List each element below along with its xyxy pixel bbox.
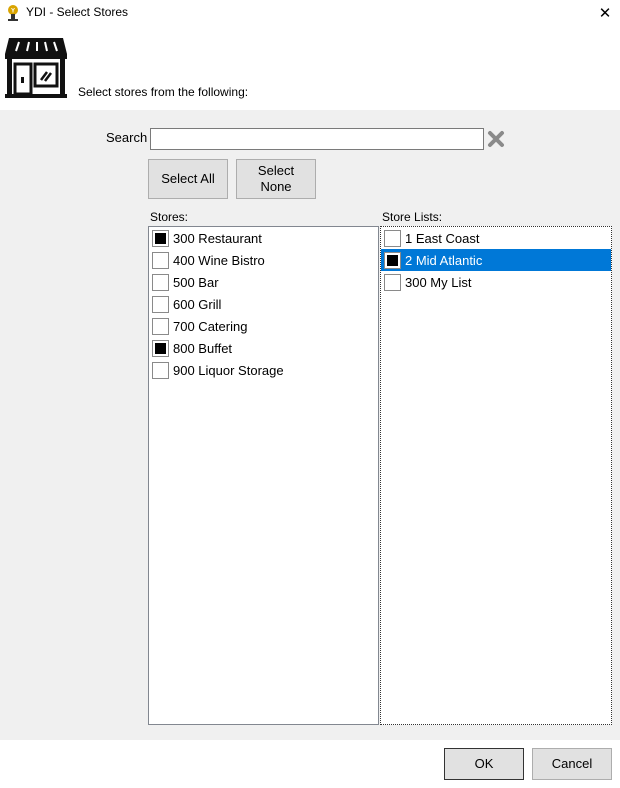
title-bar: Y YDI - Select Stores ✕ [0,0,620,26]
checkbox[interactable] [152,295,169,313]
close-button[interactable]: ✕ [590,0,620,26]
store-lists-label: Store Lists: [382,210,443,224]
store-item-label: 900 Liquor Storage [173,362,284,378]
store-item-label: 300 Restaurant [173,230,262,246]
search-input[interactable] [150,128,484,150]
cancel-label: Cancel [551,756,593,771]
store-item[interactable]: 300 Restaurant [149,227,378,249]
store-item[interactable]: 500 Bar [149,271,378,293]
store-lists-listbox[interactable]: 1 East Coast 2 Mid Atlantic 300 My List [380,226,612,725]
store-item[interactable]: 400 Wine Bistro [149,249,378,271]
window-title: YDI - Select Stores [26,5,129,19]
dialog-footer: OK Cancel [0,740,620,788]
store-list-item[interactable]: 2 Mid Atlantic [381,249,611,271]
select-none-label: Select None [257,163,295,194]
store-list-item-label: 2 Mid Atlantic [405,252,483,268]
checkbox[interactable] [152,251,169,269]
stores-listbox[interactable]: 300 Restaurant 400 Wine Bistro 500 Bar 6… [148,226,379,725]
ok-label: OK [474,756,494,771]
instruction-text: Select stores from the following: [78,85,249,99]
store-item-label: 700 Catering [173,318,248,334]
stores-label: Stores: [150,210,189,224]
clear-x-icon[interactable] [487,130,505,148]
checkbox[interactable] [152,229,169,247]
close-icon: ✕ [598,5,612,22]
checkbox[interactable] [384,251,401,269]
store-list-item[interactable]: 1 East Coast [381,227,611,249]
checkbox[interactable] [152,339,169,357]
store-item[interactable]: 600 Grill [149,293,378,315]
checkbox[interactable] [384,273,401,291]
checkbox[interactable] [152,317,169,335]
store-item-label: 500 Bar [173,274,219,290]
ydi-app-icon: Y [8,5,18,21]
store-item[interactable]: 800 Buffet [149,337,378,359]
store-item-label: 600 Grill [173,296,222,312]
main-panel: Search Select All Select None Stores: St… [0,110,620,740]
dialog-header: Select stores from the following: [0,26,620,110]
store-item-label: 800 Buffet [173,340,233,356]
svg-text:Y: Y [11,9,15,15]
store-item[interactable]: 900 Liquor Storage [149,359,378,381]
checkbox[interactable] [384,229,401,247]
select-all-button[interactable]: Select All [148,159,228,199]
storefront-icon [5,38,67,98]
store-list-item[interactable]: 300 My List [381,271,611,293]
store-item-label: 400 Wine Bistro [173,252,265,268]
ok-button[interactable]: OK [444,748,524,780]
cancel-button[interactable]: Cancel [532,748,612,780]
store-list-item-label: 300 My List [405,274,472,290]
store-list-item-label: 1 East Coast [405,230,480,246]
select-all-label: Select All [161,171,215,186]
checkbox[interactable] [152,361,169,379]
checkbox[interactable] [152,273,169,291]
store-item[interactable]: 700 Catering [149,315,378,337]
select-none-button[interactable]: Select None [236,159,316,199]
search-label: Search [106,130,148,145]
